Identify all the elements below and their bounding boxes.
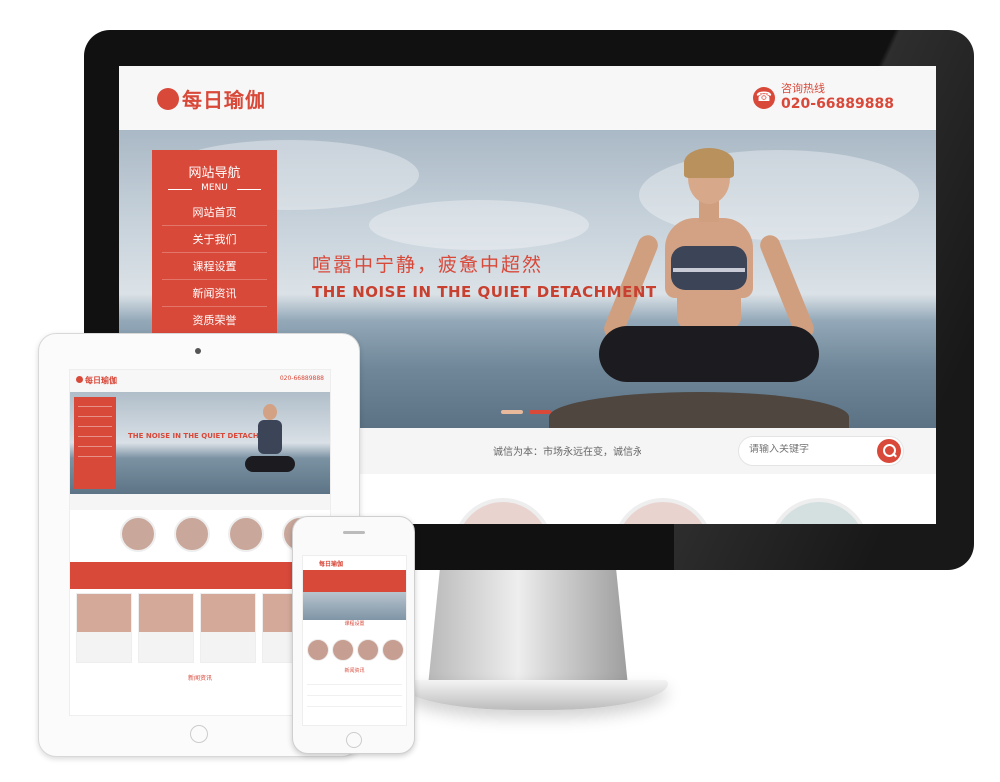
nav-title: 网站导航 [188,166,241,181]
banner-slogan: 喧嚣中宁静，疲惫中超然 THE NOISE IN THE QUIET DETAC… [312,250,657,301]
logo-dot-icon [157,87,179,110]
course-thumb[interactable] [769,498,869,524]
yogi-head [263,404,277,420]
tablet-home-button [190,725,208,743]
tablet-card-image [139,594,193,632]
hotline-label: 咨询热线 [781,82,826,95]
phone-news-heading: 新闻资讯 [344,668,365,674]
course-thumb[interactable] [613,498,713,524]
slider-dots [501,410,551,414]
phone-course-thumb[interactable] [332,639,354,661]
tablet-nav-panel [74,397,116,489]
phone-course-row [303,627,406,667]
phone-course-thumb[interactable] [307,639,329,661]
yogi-torso [258,420,282,454]
yogi-belly [677,290,741,328]
tablet-card[interactable] [138,593,194,663]
tablet-hotline: 020-66889888 [279,375,324,382]
search-input[interactable] [749,444,869,455]
tablet-card[interactable] [76,593,132,663]
slogan-english: THE NOISE IN THE QUIET DETACHMENT [312,283,657,301]
site-nav-panel: 网站导航 MENU 网站首页 关于我们 课程设置 新闻资讯 资质荣誉 [152,150,277,350]
cloud-shape [369,200,589,250]
slider-dot[interactable] [501,410,523,414]
slider-dot-active[interactable] [529,410,551,414]
logo-text: 每日瑜伽 [182,88,266,112]
tablet-nav-line [78,416,112,417]
tablet-news-heading: 新闻资讯 [187,675,212,682]
search-box [738,436,904,466]
phone-news-row[interactable] [307,687,402,696]
tablet-banner: THE NOISE IN THE QUIET DETACHMENT [70,392,330,494]
notice-marquee[interactable]: 诚信为本：市场永远在变，诚信永远 [493,443,641,458]
device-mockup-scene: 每日瑜伽 ☎ 咨询热线 020-66889888 网站导航 MENU 网站首页 … [0,0,1000,782]
phone-banner [303,592,406,620]
phone-icon: ☎ [753,86,776,109]
monitor-stand-neck [428,568,628,686]
tablet-header: 每日瑜伽 020-66889888 [70,370,330,392]
tablet-notice-bar [70,494,330,510]
tablet-nav-line [78,436,112,437]
site-logo[interactable]: 每日瑜伽 [157,84,266,113]
tablet-feature-strip [70,562,330,589]
yogi-crossed-legs [245,456,295,472]
tablet-nav-line [78,406,112,407]
nav-item-news[interactable]: 新闻资讯 [162,280,267,307]
nav-item-courses[interactable]: 课程设置 [162,253,267,280]
phone-course-heading: 课程设置 [344,621,365,627]
hotline-text: 咨询热线 020-66889888 [781,82,894,113]
search-icon[interactable] [877,439,901,463]
tablet-nav-line [78,446,112,447]
monitor-stand-base [400,680,668,710]
phone-home-button [346,732,362,748]
phone-screen: 每日瑜伽 课程设置 新闻资讯 [302,555,407,726]
nav-subtitle: MENU [152,183,277,193]
phone-course-thumb[interactable] [382,639,404,661]
tablet-card[interactable] [200,593,256,663]
phone-nav-bar[interactable] [303,570,406,592]
tablet-course-row [70,510,330,556]
yogi-top-stripe [673,268,745,272]
hotline-number[interactable]: 020-66889888 [781,95,894,113]
phone-speaker [343,531,365,534]
tablet-course-thumb[interactable] [174,516,210,552]
yogi-crossed-legs [599,326,819,382]
phone-device: 每日瑜伽 课程设置 新闻资讯 [292,516,415,754]
tablet-nav-line [78,426,112,427]
yogi-hair [684,148,734,178]
nav-item-about[interactable]: 关于我们 [162,226,267,253]
nav-item-home[interactable]: 网站首页 [162,199,267,226]
phone-course-thumb[interactable] [357,639,379,661]
phone-header: 每日瑜伽 [303,556,406,570]
slogan-chinese: 喧嚣中宁静，疲惫中超然 [312,254,544,276]
tablet-course-thumb[interactable] [120,516,156,552]
tablet-card-image [77,594,131,632]
tablet-nav-line [78,456,112,457]
hotline: ☎ 咨询热线 020-66889888 [753,82,894,113]
nav-item-honors[interactable]: 资质荣誉 [162,307,267,334]
tablet-camera [195,348,201,354]
tablet-logo[interactable]: 每日瑜伽 [76,375,117,386]
site-header: 每日瑜伽 ☎ 咨询热线 020-66889888 [119,66,936,130]
tablet-yoga-figure [245,404,295,484]
tablet-card-row [70,589,330,667]
tablet-course-thumb[interactable] [228,516,264,552]
course-thumb[interactable] [453,498,553,524]
phone-news-row[interactable] [307,676,402,685]
phone-logo[interactable]: 每日瑜伽 [319,559,343,568]
tablet-card-image [201,594,255,632]
phone-news-row[interactable] [307,698,402,707]
